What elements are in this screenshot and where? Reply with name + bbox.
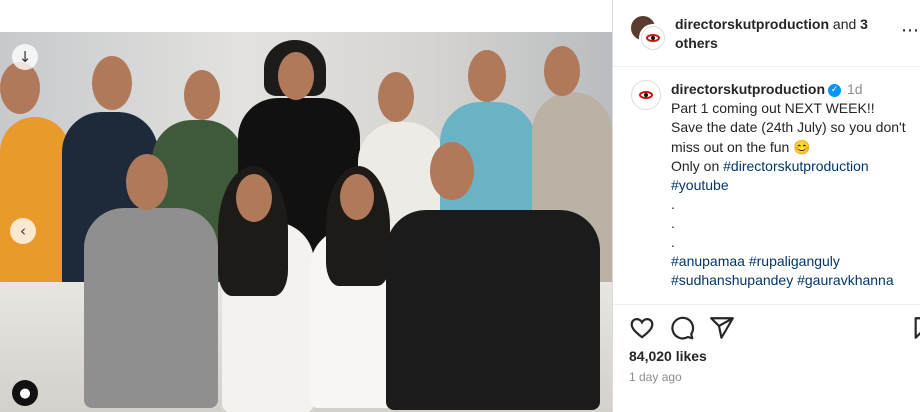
heart-icon[interactable]	[629, 315, 655, 341]
image-figure	[0, 117, 70, 287]
image-figure	[468, 50, 506, 102]
image-figure	[430, 142, 474, 200]
user-tag-icon[interactable]: ●	[12, 380, 38, 406]
collab-avatars[interactable]	[629, 14, 667, 52]
hashtag-link[interactable]: #directorskutproduction	[723, 158, 869, 174]
caption-body: directorskutproduction ✓ 1d Part 1 coming …	[671, 80, 920, 291]
post-timestamp[interactable]: 1 day ago	[629, 370, 682, 384]
image-figure	[126, 154, 168, 210]
caption-line: miss out on the fun	[671, 138, 790, 155]
chevron-left-icon[interactable]: ‹	[10, 218, 36, 244]
post-header: directorskutproduction and 3 others ⋯	[613, 0, 920, 67]
comment-icon[interactable]	[669, 315, 695, 341]
image-figure	[0, 62, 40, 114]
caption-line: Only on	[671, 157, 720, 174]
image-figure	[184, 70, 220, 120]
caption-username-link[interactable]: directorskutproduction	[671, 81, 825, 97]
caption-line: Save the date (24th July) so you don't	[671, 119, 906, 136]
avatar	[639, 24, 667, 52]
caption-dot: .	[671, 196, 675, 213]
image-figure	[340, 174, 374, 220]
top-strip	[0, 0, 612, 32]
image-figure	[386, 210, 600, 410]
hashtag-link[interactable]: #anupamaa #rupaliganguly	[671, 252, 920, 271]
collab-usernames: directorskutproduction and 3 others	[675, 15, 895, 53]
send-icon[interactable]	[709, 315, 735, 341]
verified-badge-icon: ✓	[828, 83, 842, 97]
likes-count[interactable]: 84,020 likes	[629, 348, 707, 364]
image-figure	[544, 46, 580, 96]
post-time[interactable]: 1d	[847, 81, 863, 97]
image-figure	[84, 208, 218, 408]
eye-logo-icon	[646, 34, 660, 42]
header-and-text: and	[832, 16, 857, 32]
hashtag-link[interactable]: #youtube	[671, 176, 920, 195]
caption-dot: .	[671, 215, 675, 232]
image-figure	[378, 72, 414, 122]
image-figure	[236, 174, 272, 222]
more-options-icon[interactable]: ⋯	[901, 20, 919, 41]
caption-dot: .	[671, 234, 675, 251]
header-username-link[interactable]: directorskutproduction	[675, 16, 829, 32]
arrow-down-icon[interactable]: ↓	[12, 44, 38, 70]
post-image[interactable]: ↓ ‹ ●	[0, 32, 612, 412]
caption-avatar[interactable]	[631, 80, 661, 110]
smile-emoji-icon: 😊	[793, 138, 811, 155]
image-figure	[92, 56, 132, 110]
post-details-panel: directorskutproduction and 3 others ⋯ di…	[612, 0, 920, 412]
hashtag-link[interactable]: #sudhanshupandey #gauravkhanna	[671, 271, 920, 290]
caption-line: Part 1 coming out NEXT WEEK!!	[671, 100, 875, 117]
image-figure	[278, 52, 314, 100]
bookmark-icon[interactable]	[913, 315, 920, 341]
brand-logo-icon	[641, 26, 665, 50]
eye-logo-icon	[639, 91, 653, 99]
action-bar	[613, 304, 920, 345]
